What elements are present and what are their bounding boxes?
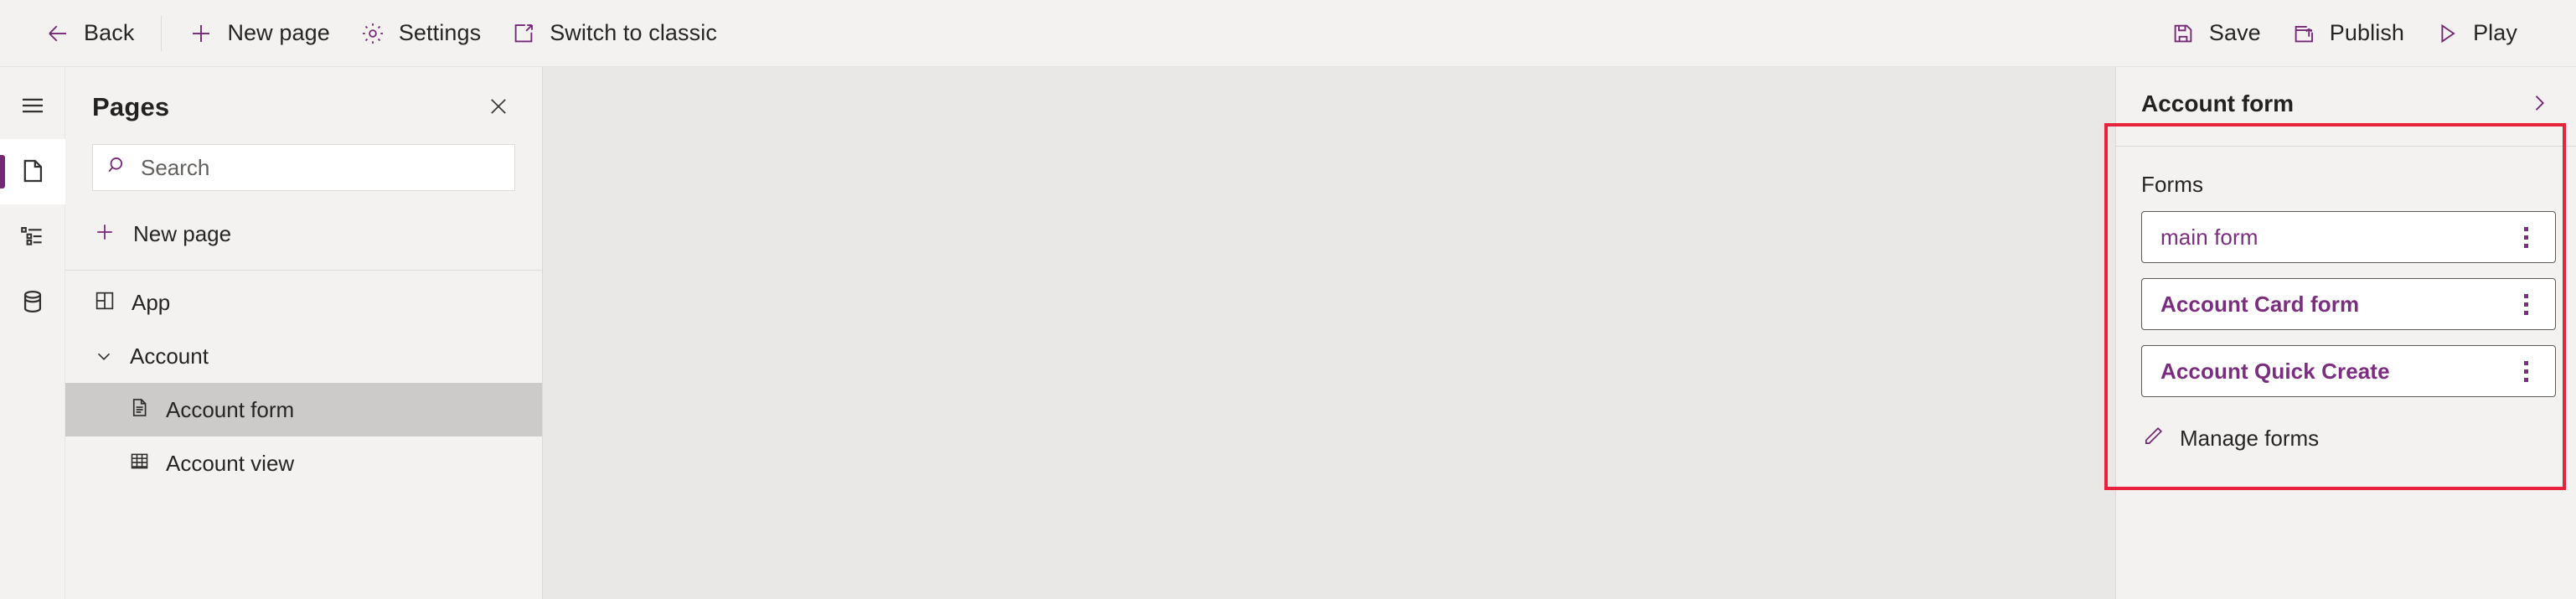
rail-item-navigation[interactable] [0,204,65,270]
publish-button-label: Publish [2329,20,2405,45]
page-icon [18,157,47,188]
new-page-button-label: New page [227,20,330,45]
rail-item-menu[interactable] [0,74,65,139]
design-canvas[interactable] [543,67,2115,599]
tree-item-account-form[interactable]: Account form [65,383,542,436]
save-icon [2171,21,2196,46]
tree-item-account-form-label: Account form [166,396,295,422]
pages-tree: App Account Account form Account view [65,271,542,490]
more-vertical-icon[interactable] [2511,218,2540,256]
tree-item-app[interactable]: App [65,276,542,329]
tree-item-account-label: Account [130,343,209,369]
play-button-label: Play [2473,20,2517,45]
form-card-label: main form [2160,224,2259,250]
tree-item-app-label: App [132,289,171,315]
tree-item-account-view[interactable]: Account view [65,436,542,490]
top-command-bar: Back New page Settings Switch to classic… [0,0,2576,67]
forms-card-list: main form Account Card form Account Quic… [2116,198,2576,397]
hamburger-menu-icon [18,91,47,122]
form-card-account-quick-create[interactable]: Account Quick Create [2141,345,2556,397]
arrow-left-icon [45,21,70,46]
pages-search-box[interactable] [92,144,515,191]
manage-forms-link[interactable]: Manage forms [2140,412,2556,464]
switch-to-classic-button[interactable]: Switch to classic [496,7,732,60]
toolbar-left-group: Back New page Settings Switch to classic [0,7,2155,60]
left-icon-rail [0,67,65,599]
pages-panel-title: Pages [92,92,170,121]
more-vertical-icon[interactable] [2511,352,2540,390]
app-root: Back New page Settings Switch to classic… [0,0,2576,599]
tree-item-account-view-label: Account view [166,450,295,476]
close-icon [487,95,510,121]
more-vertical-icon[interactable] [2511,285,2540,323]
external-link-icon [511,21,536,46]
rail-item-data[interactable] [0,270,65,335]
database-icon [18,287,47,318]
gear-icon [360,21,385,46]
search-icon [106,154,129,181]
save-button-label: Save [2208,20,2261,45]
pages-new-page-label: New page [133,220,232,246]
pencil-edit-icon [2141,425,2165,452]
tree-view-icon [18,222,47,253]
properties-panel: Account form Forms main form Account Car… [2115,67,2576,599]
chevron-right-icon [2527,91,2551,117]
toolbar-separator [161,15,163,51]
manage-forms-label: Manage forms [2180,425,2320,451]
play-button[interactable]: Play [2419,7,2532,60]
pages-new-page-button[interactable]: New page [65,206,542,261]
pages-panel-header: Pages [65,67,542,132]
back-button[interactable]: Back [30,7,149,60]
settings-button-label: Settings [398,20,482,45]
properties-panel-header: Account form [2116,67,2576,122]
settings-button[interactable]: Settings [345,7,496,60]
chevron-down-icon [93,345,115,367]
tree-item-account-group[interactable]: Account [65,329,542,383]
new-page-button[interactable]: New page [173,7,344,60]
form-card-label: Account Quick Create [2160,358,2390,384]
rail-top-spacer [0,67,65,74]
app-grid-icon [93,289,116,317]
back-button-label: Back [84,20,135,45]
form-card-label: Account Card form [2160,291,2360,317]
switch-to-classic-button-label: Switch to classic [550,20,717,45]
table-grid-icon [128,450,151,477]
pages-panel: Pages Search New page App Account Accoun… [65,67,543,599]
properties-panel-title: Account form [2141,90,2294,116]
search-input[interactable] [141,154,501,181]
properties-panel-collapse-button[interactable] [2521,85,2558,122]
pages-panel-close-button[interactable] [480,89,517,126]
plus-icon [93,220,116,248]
plus-icon [188,21,214,46]
play-icon [2434,21,2460,46]
publish-icon [2291,21,2316,46]
form-document-icon [128,396,151,423]
toolbar-right-group: Save Publish Play [2155,7,2576,60]
rail-item-pages[interactable] [0,139,65,204]
save-button[interactable]: Save [2155,7,2276,60]
forms-section-label: Forms [2141,172,2204,197]
form-card-account-card-form[interactable]: Account Card form [2141,278,2556,330]
publish-button[interactable]: Publish [2276,7,2419,60]
form-card-main-form[interactable]: main form [2141,211,2556,263]
pages-search-wrapper [65,132,542,191]
